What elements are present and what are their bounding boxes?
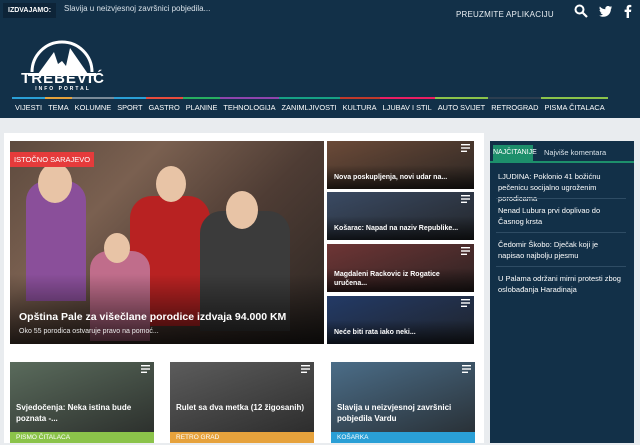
- popular-list-item[interactable]: LJUDINA: Poklonio 41 božićnu pečenicu so…: [498, 171, 626, 204]
- article-icon: [141, 365, 150, 373]
- nav-gastro[interactable]: GASTRO: [145, 97, 183, 115]
- download-app-link[interactable]: PREUZMITE APLIKACIJU: [456, 10, 554, 19]
- popular-list-item[interactable]: U Palama održani mirni protesti zbog osl…: [498, 273, 626, 295]
- nav-zanimljivosti[interactable]: ZANIMLJIVOSTI: [278, 97, 340, 115]
- nav-planine[interactable]: PLANINE: [182, 97, 221, 115]
- side-article-card[interactable]: Neće biti rata iako neki...: [327, 296, 474, 344]
- divider: [496, 198, 626, 199]
- side-article-title[interactable]: Magdaleni Rackovic iz Rogatice uručena..…: [334, 270, 454, 288]
- nav-auto-svijet[interactable]: AUTO SVIJET: [434, 97, 489, 115]
- logo-subtitle: INFO PORTAL: [35, 86, 91, 92]
- nav-sport[interactable]: SPORT: [114, 97, 146, 115]
- popular-list-item[interactable]: Čedomir Škobo: Dječak koji je napisao na…: [498, 239, 626, 261]
- search-icon[interactable]: [574, 4, 588, 18]
- side-article-title[interactable]: Košarac: Napad na naziv Republike...: [334, 225, 458, 232]
- bottom-article-card[interactable]: Svjedočenja: Neka istina bude poznata -.…: [10, 362, 154, 443]
- bottom-article-card[interactable]: Rulet sa dva metka (12 žigosanih) RETRO …: [170, 362, 314, 443]
- side-article-title[interactable]: Nova poskupljenja, novi udar na...: [334, 174, 447, 181]
- nav-tema[interactable]: TEMA: [45, 97, 72, 115]
- side-article-title[interactable]: Neće biti rata iako neki...: [334, 329, 416, 336]
- bottom-article-category[interactable]: RETRO GRAD: [170, 432, 314, 443]
- popular-sidebar: NAJČITANIJE Najviše komentara LJUDINA: P…: [490, 141, 634, 443]
- bottom-article-title[interactable]: Svjedočenja: Neka istina bude poznata -.…: [16, 402, 148, 424]
- nav-tehnologija[interactable]: TEHNOLOGIJA: [220, 97, 279, 115]
- nav-retrograd[interactable]: RETROGRAD: [488, 97, 542, 115]
- facebook-icon[interactable]: [621, 4, 635, 18]
- bottom-article-category[interactable]: PISMO ČITALACA: [10, 432, 154, 443]
- divider: [496, 266, 626, 267]
- bottom-article-title[interactable]: Slavija u neizvjesnoj završnici pobjedil…: [337, 402, 469, 424]
- nav-pisma-citalaca[interactable]: PISMA ČITALACA: [541, 97, 608, 115]
- bottom-article-category[interactable]: KOŠARKA: [331, 432, 475, 443]
- side-article-card[interactable]: Košarac: Napad na naziv Republike...: [327, 192, 474, 240]
- bottom-article-title[interactable]: Rulet sa dva metka (12 žigosanih): [176, 402, 308, 413]
- divider: [496, 232, 626, 233]
- article-icon: [461, 247, 470, 255]
- ticker-label: IZDVAJAMO:: [3, 3, 56, 18]
- nav-kolumne[interactable]: KOLUMNE: [71, 97, 115, 115]
- main-nav: VIJESTI TEMA KOLUMNE SPORT GASTRO PLANIN…: [12, 97, 608, 115]
- site-header: IZDVAJAMO: Slavija u neizvjesnoj završni…: [0, 0, 640, 118]
- article-icon: [461, 144, 470, 152]
- ticker-headline-link[interactable]: Slavija u neizvjesnoj završnici pobjedil…: [64, 4, 210, 13]
- featured-article-excerpt: Oko 55 porodica ostvaruje pravo na pomoć…: [19, 328, 159, 335]
- tab-underline: [490, 161, 634, 163]
- side-article-card[interactable]: Magdaleni Rackovic iz Rogatice uručena..…: [327, 244, 474, 292]
- logo-title: TREBEVIĆ: [21, 70, 105, 87]
- sidebar-tabs: NAJČITANIJE Najviše komentara: [490, 141, 634, 163]
- tab-most-read[interactable]: NAJČITANIJE: [493, 145, 537, 161]
- article-icon: [301, 365, 310, 373]
- side-article-card[interactable]: Nova poskupljenja, novi udar na...: [327, 141, 474, 189]
- twitter-icon[interactable]: [599, 4, 613, 18]
- nav-kultura[interactable]: KULTURA: [339, 97, 380, 115]
- nav-ljubav-i-stil[interactable]: LJUBAV I STIL: [379, 97, 435, 115]
- category-badge[interactable]: ISTOČNO SARAJEVO: [10, 152, 95, 167]
- nav-vijesti[interactable]: VIJESTI: [12, 97, 46, 115]
- article-icon: [461, 299, 470, 307]
- article-icon: [462, 365, 471, 373]
- popular-list-item[interactable]: Nenad Lubura prvi doplivao do Časnog krs…: [498, 205, 626, 227]
- tab-most-commented[interactable]: Najviše komentara: [544, 145, 606, 161]
- article-icon: [461, 195, 470, 203]
- featured-article-title[interactable]: Opština Pale za višečlane porodice izdva…: [19, 311, 286, 323]
- bottom-article-card[interactable]: Slavija u neizvjesnoj završnici pobjedil…: [331, 362, 475, 443]
